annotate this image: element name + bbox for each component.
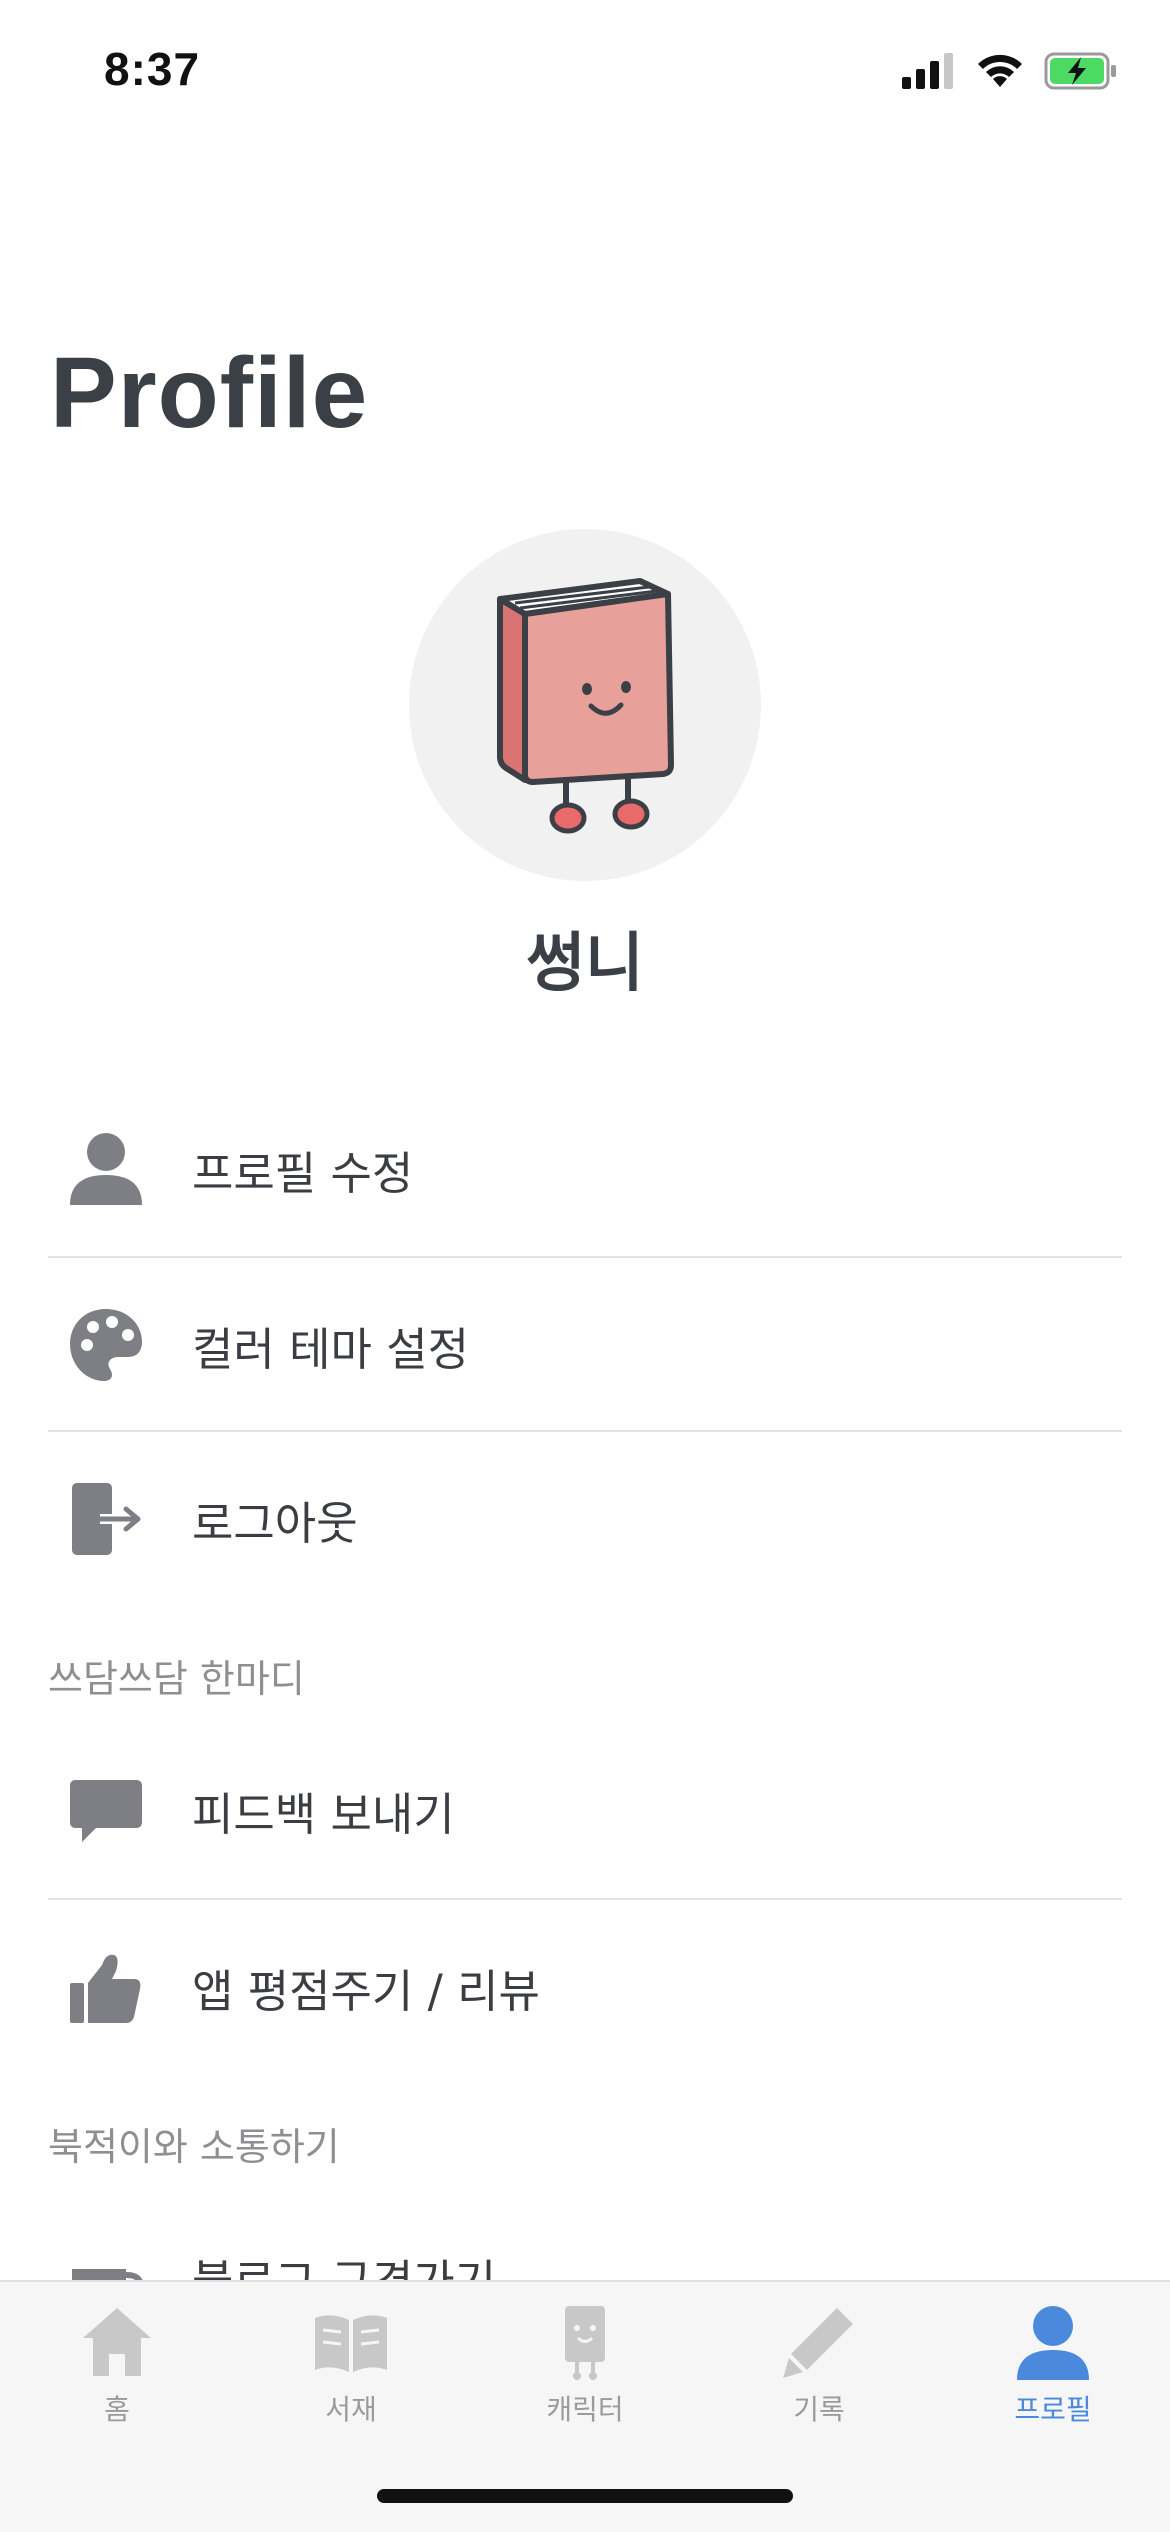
- tab-library-label: 서재: [325, 2393, 377, 2426]
- logout-icon: [72, 1483, 141, 1555]
- book-character-icon: [497, 578, 674, 834]
- wifi-icon: [978, 54, 1022, 87]
- tab-home-label: 홈: [104, 2393, 130, 2426]
- logout-item[interactable]: 로그아웃: [48, 1432, 1122, 1606]
- thumbs-up-icon: [70, 1954, 141, 2023]
- username: 썽니: [526, 927, 644, 1001]
- pencil-icon: [783, 2308, 853, 2378]
- color-theme-label: 컬러 테마 설정: [192, 1322, 470, 1376]
- signal-icon: [902, 53, 953, 89]
- home-indicator[interactable]: [377, 2489, 793, 2503]
- book-open-icon: [315, 2315, 387, 2372]
- home-icon: [83, 2308, 151, 2376]
- rate-app-label: 앱 평점주기 / 리뷰: [192, 1964, 540, 2018]
- tab-character-label: 캐릭터: [546, 2393, 624, 2426]
- avatar[interactable]: [409, 529, 761, 881]
- send-feedback-label: 피드백 보내기: [192, 1787, 455, 1841]
- section-header-community: 북적이와 소통하기: [48, 2125, 340, 2169]
- edit-profile-item[interactable]: 프로필 수정: [48, 1082, 1122, 1256]
- tab-profile-label: 프로필: [1014, 2393, 1092, 2426]
- tab-profile[interactable]: 프로필: [936, 2302, 1170, 2442]
- tab-library[interactable]: 서재: [234, 2302, 468, 2442]
- profile-screen: 8:37 Profile 썽니 프로필 수정 컬러 테마 설정 로그아웃 쓰담쓰…: [0, 0, 1170, 2532]
- color-theme-item[interactable]: 컬러 테마 설정: [48, 1258, 1122, 1432]
- character-icon: [565, 2306, 605, 2380]
- logout-label: 로그아웃: [192, 1496, 358, 1550]
- edit-profile-label: 프로필 수정: [192, 1146, 414, 1200]
- chat-bubble-icon: [70, 1780, 142, 1842]
- tab-record-label: 기록: [793, 2393, 845, 2426]
- person-icon: [1017, 2306, 1089, 2380]
- tab-record[interactable]: 기록: [702, 2302, 936, 2442]
- palette-icon: [70, 1309, 142, 1381]
- send-feedback-item[interactable]: 피드백 보내기: [48, 1723, 1122, 1897]
- page-title: Profile: [50, 337, 369, 449]
- status-bar: 8:37: [0, 0, 1170, 150]
- battery-charging-icon: [1044, 52, 1116, 90]
- status-icons: [902, 52, 1118, 90]
- tab-character[interactable]: 캐릭터: [468, 2302, 702, 2442]
- person-icon: [70, 1133, 142, 1205]
- tab-home[interactable]: 홈: [0, 2302, 234, 2442]
- rate-app-item[interactable]: 앱 평점주기 / 리뷰: [48, 1900, 1122, 2074]
- status-time: 8:37: [104, 43, 201, 95]
- section-header-feedback: 쓰담쓰담 한마디: [48, 1657, 305, 1701]
